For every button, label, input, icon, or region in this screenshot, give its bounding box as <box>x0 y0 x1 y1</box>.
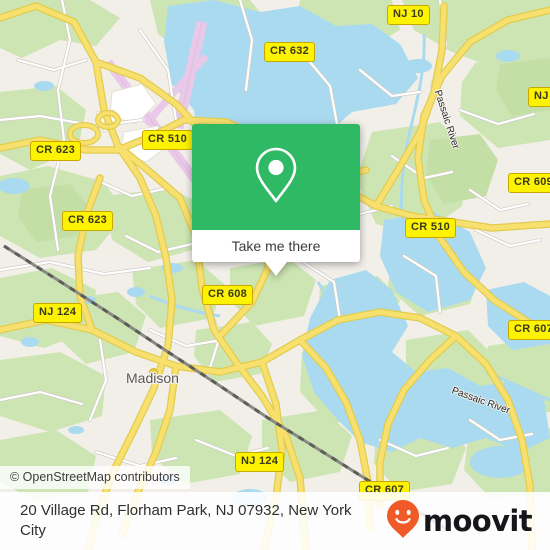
bottom-bar: 20 Village Rd, Florham Park, NJ 07932, N… <box>0 492 550 550</box>
shield-cr-510-right[interactable]: CR 510 <box>405 218 457 238</box>
moovit-wordmark: moovit <box>422 503 533 538</box>
take-me-there-button[interactable]: Take me there <box>192 230 360 262</box>
popup-header <box>192 124 360 230</box>
location-popup-card[interactable]: Take me there <box>192 124 360 276</box>
osm-attribution-label: © OpenStreetMap contributors <box>10 470 180 484</box>
shield-nj-1-edge[interactable]: NJ 1 <box>528 87 550 107</box>
address-text: 20 Village Rd, Florham Park, NJ 07932, N… <box>20 501 352 539</box>
moovit-brand[interactable]: moovit <box>386 499 550 544</box>
osm-attribution[interactable]: © OpenStreetMap contributors <box>0 466 190 489</box>
shield-nj-124-bottom[interactable]: NJ 124 <box>235 452 285 472</box>
shield-cr-623-upper[interactable]: CR 623 <box>30 141 82 161</box>
shield-cr-623-lower[interactable]: CR 623 <box>62 211 114 231</box>
map-pin-icon <box>253 146 299 209</box>
shield-cr-510-top[interactable]: CR 510 <box>142 130 194 150</box>
shield-cr-607-right[interactable]: CR 607 <box>508 320 550 340</box>
shield-nj-10[interactable]: NJ 10 <box>387 5 430 25</box>
shield-nj-124-left[interactable]: NJ 124 <box>33 303 83 323</box>
map-screenshot: CR 623 CR 623 CR 510 CR 632 NJ 10 NJ 1 C… <box>0 0 550 550</box>
shield-cr-609[interactable]: CR 609 <box>508 173 550 193</box>
shield-cr-632[interactable]: CR 632 <box>264 42 316 62</box>
moovit-pin-smiley-icon <box>386 499 420 544</box>
shield-cr-608[interactable]: CR 608 <box>202 285 254 305</box>
popup-tail <box>265 262 287 276</box>
place-label-madison: Madison <box>126 370 179 386</box>
take-me-there-label: Take me there <box>231 238 321 254</box>
